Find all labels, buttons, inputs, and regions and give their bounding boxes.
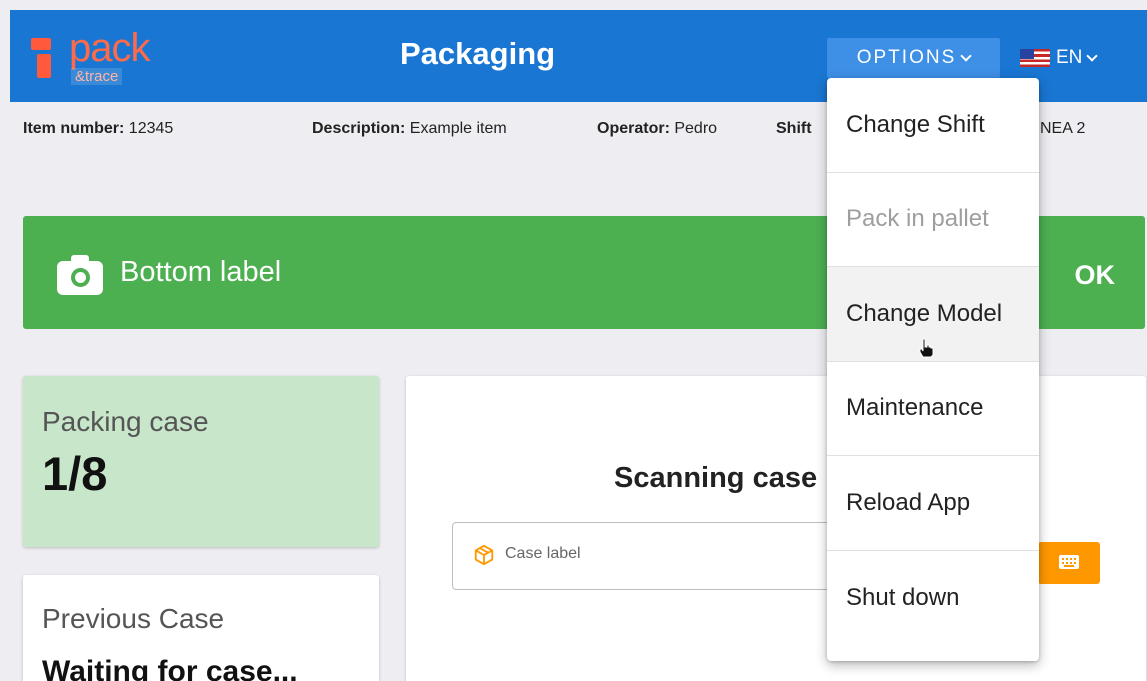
packing-case-card: Packing case 1/8 bbox=[23, 376, 379, 547]
previous-case-card: Previous Case Waiting for case... bbox=[23, 575, 379, 681]
item-number-label: Item number: bbox=[23, 120, 125, 137]
description-value: Example item bbox=[409, 120, 507, 137]
packing-case-title: Packing case bbox=[42, 406, 209, 437]
chevron-down-icon bbox=[960, 49, 972, 62]
line-value: NEA 2 bbox=[1040, 120, 1086, 137]
us-flag-icon bbox=[1020, 49, 1050, 67]
menu-item-change-shift[interactable]: Change Shift bbox=[827, 78, 1039, 173]
logo-subtext: &trace bbox=[71, 68, 123, 85]
scanning-title: Scanning case bbox=[614, 462, 818, 494]
description-label: Description: bbox=[312, 120, 406, 137]
menu-item-maintenance[interactable]: Maintenance bbox=[827, 362, 1039, 456]
banner-label: Bottom label bbox=[120, 256, 282, 288]
box-icon bbox=[474, 544, 494, 566]
options-menu: Change Shift Pack in pallet Change Model… bbox=[827, 78, 1039, 661]
operator-value: Pedro bbox=[674, 120, 718, 137]
shift-info: Shift bbox=[776, 120, 812, 138]
page-title: Packaging bbox=[400, 36, 556, 71]
language-code: EN bbox=[1056, 47, 1083, 68]
camera-icon bbox=[57, 253, 105, 295]
item-number-info: Item number: 12345 bbox=[23, 120, 173, 138]
chevron-down-icon bbox=[1086, 49, 1099, 62]
keyboard-icon bbox=[1059, 555, 1079, 569]
keyboard-button[interactable] bbox=[1038, 542, 1100, 584]
case-label-placeholder: Case label bbox=[505, 545, 581, 562]
hand-cursor-icon bbox=[919, 338, 934, 358]
line-info: NEA 2 bbox=[1040, 120, 1085, 138]
options-label: OPTIONS bbox=[856, 47, 957, 68]
previous-case-title: Previous Case bbox=[42, 603, 225, 634]
menu-item-shut-down[interactable]: Shut down bbox=[827, 551, 1039, 646]
options-button[interactable]: OPTIONS bbox=[827, 38, 1000, 78]
previous-case-value: Waiting for case... bbox=[42, 655, 298, 681]
logo-mark-icon bbox=[31, 32, 61, 80]
banner-status: OK bbox=[1074, 260, 1116, 290]
shift-label: Shift bbox=[776, 120, 812, 137]
pack-trace-logo: pack &trace bbox=[31, 26, 181, 92]
logo-word: pack bbox=[69, 26, 150, 70]
operator-info: Operator: Pedro bbox=[597, 120, 717, 138]
description-info: Description: Example item bbox=[312, 120, 507, 138]
item-number-value: 12345 bbox=[128, 120, 174, 137]
operator-label: Operator: bbox=[597, 120, 670, 137]
language-selector[interactable]: EN bbox=[1020, 44, 1099, 72]
packing-case-value: 1/8 bbox=[42, 447, 108, 500]
menu-item-reload-app[interactable]: Reload App bbox=[827, 456, 1039, 551]
menu-item-pack-in-pallet: Pack in pallet bbox=[827, 173, 1039, 267]
